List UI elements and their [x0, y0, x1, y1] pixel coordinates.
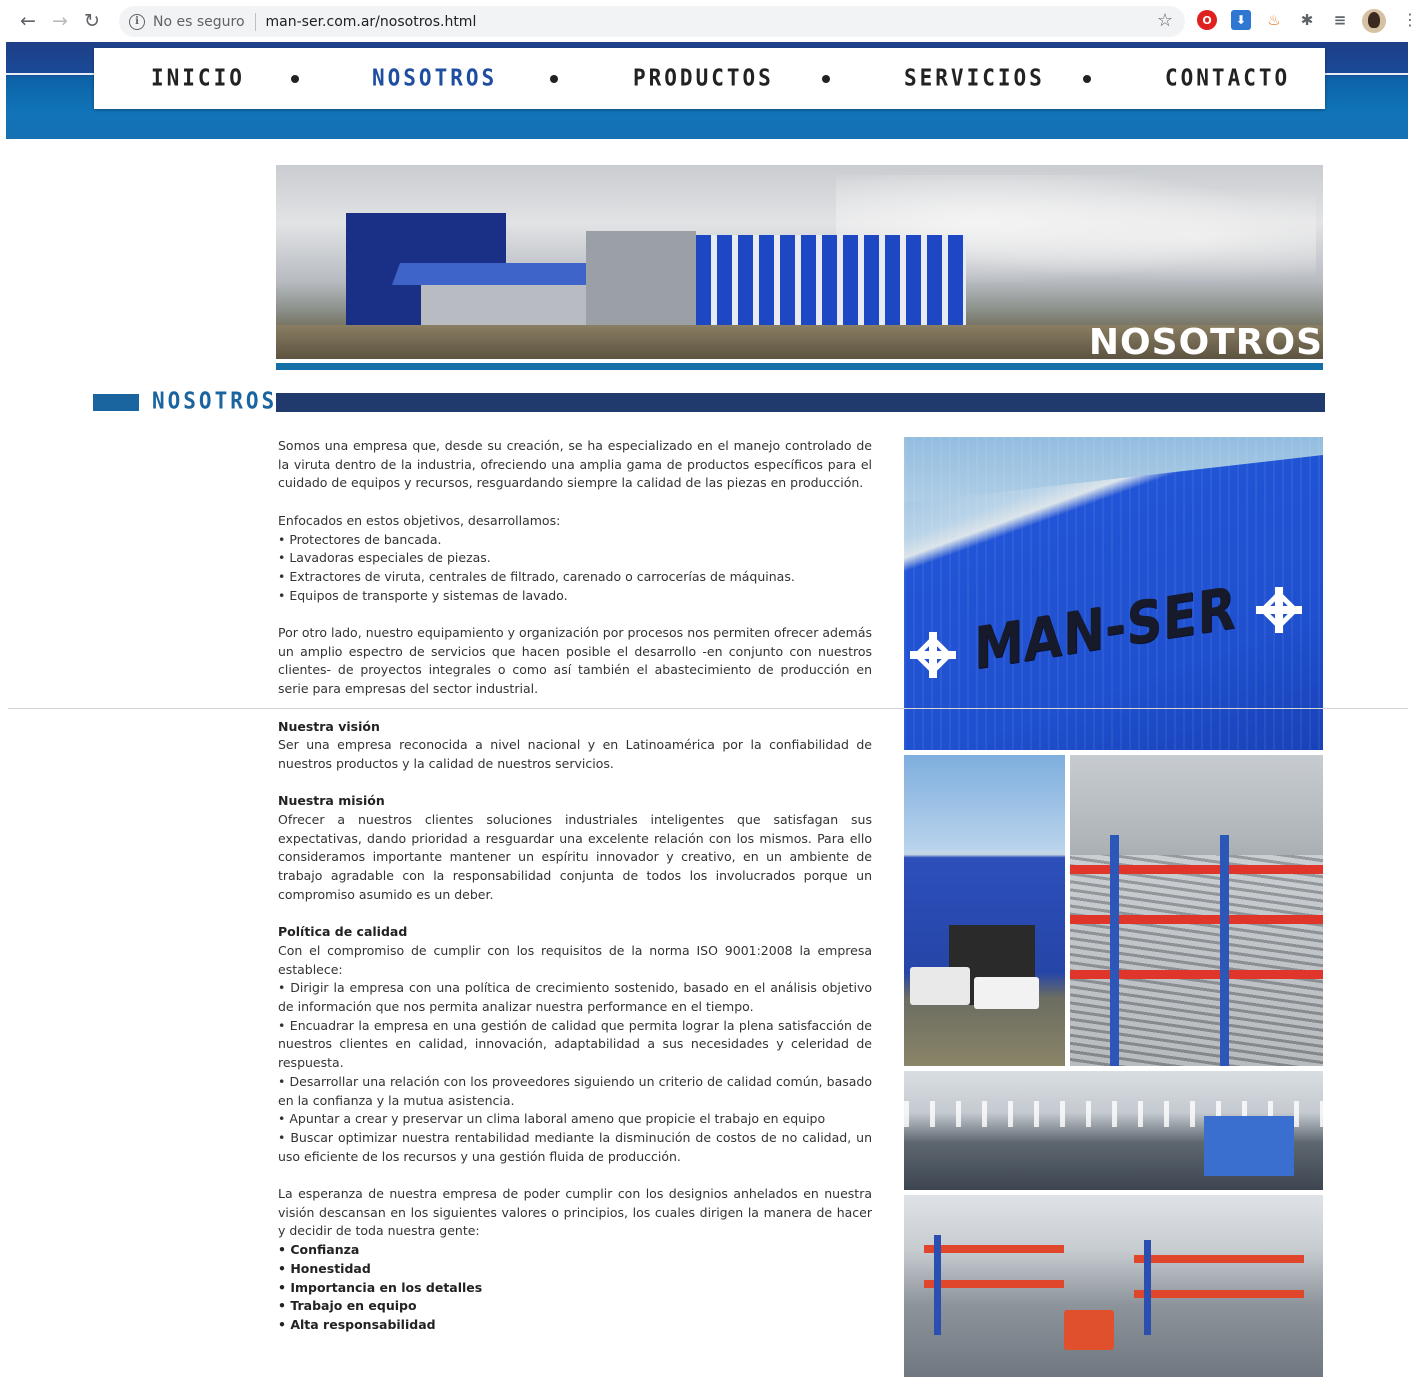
menu-item-nosotros[interactable]: NOSOTROS [372, 65, 497, 91]
main-menu: INICIO NOSOTROS PRODUCTOS SERVICIOS CONT… [94, 48, 1325, 109]
values-intro: La esperanza de nuestra empresa de poder… [278, 1186, 872, 1239]
menu-separator-dot [550, 75, 558, 83]
info-icon[interactable]: i [129, 13, 145, 30]
value-item: • Confianza [278, 1242, 360, 1258]
menu-item-contacto[interactable]: CONTACTO [1165, 65, 1290, 91]
menu-item-inicio[interactable]: INICIO [151, 65, 245, 91]
focus-item: • Extractores de viruta, centrales de fi… [278, 568, 795, 584]
menu-separator-dot [291, 75, 299, 83]
hero-title: NOSOTROS [1088, 322, 1323, 360]
quality-item: • Encuadrar la empresa en una gestión de… [278, 1017, 872, 1071]
extensions-puzzle-icon[interactable]: ✱ [1297, 10, 1317, 30]
security-label[interactable]: No es seguro [153, 14, 245, 30]
quality-item: • Buscar optimizar nuestra rentabilidad … [278, 1129, 872, 1164]
photo-workshop [904, 1071, 1323, 1190]
value-item: • Trabajo en equipo [278, 1298, 417, 1314]
photo-entrance [904, 755, 1065, 1066]
rack-shelf [924, 1280, 1064, 1288]
section-bar [276, 393, 1325, 412]
hero-building-grey [586, 231, 696, 327]
mission-paragraph: Ofrecer a nuestros clientes soluciones i… [278, 812, 872, 902]
focus-item: • Protectores de bancada. [278, 531, 442, 547]
address-divider [254, 12, 256, 31]
rack-shelf [1134, 1290, 1304, 1298]
menu-item-productos[interactable]: PRODUCTOS [633, 65, 774, 91]
about-text: Somos una empresa que, desde su creación… [278, 437, 872, 1335]
focus-item: • Equipos de transporte y sistemas de la… [278, 587, 568, 603]
focus-title: Enfocados en estos objetivos, desarrolla… [278, 512, 561, 528]
hero-underline [276, 363, 1323, 370]
logo-mark-icon [910, 632, 956, 678]
reload-icon[interactable]: ↻ [76, 5, 108, 37]
photo-facade: MAN-SER [904, 437, 1323, 750]
reading-list-icon[interactable]: ≡ [1330, 10, 1350, 30]
quality-item: • Desarrollar una relación con los prove… [278, 1073, 872, 1108]
mission-heading: Nuestra misión [278, 793, 385, 809]
rack-shelf [1134, 1255, 1304, 1263]
back-arrow-icon[interactable]: ← [12, 5, 44, 37]
photo-truck [910, 967, 970, 1005]
hero-banner: NOSOTROS [276, 165, 1323, 359]
rack-post [934, 1235, 941, 1335]
value-item: • Honestidad [278, 1260, 371, 1276]
photo-blue-booth [1204, 1116, 1294, 1176]
screenshot-seam [8, 708, 1408, 709]
rack-shelf [1070, 970, 1323, 979]
rack-shelf [1070, 865, 1323, 874]
rack-post [1110, 835, 1119, 1066]
photo-forklift [1064, 1310, 1114, 1350]
adblock-extension-icon[interactable]: O [1197, 10, 1217, 30]
vision-paragraph: Ser una empresa reconocida a nivel nacio… [278, 737, 872, 771]
photo-pipe-racks [1070, 755, 1323, 1066]
vision-heading: Nuestra visión [278, 718, 380, 734]
menu-separator-dot [1083, 75, 1091, 83]
quality-intro: Con el compromiso de cumplir con los req… [278, 942, 872, 977]
logo-mark-icon [1256, 587, 1302, 633]
quality-heading: Política de calidad [278, 924, 408, 940]
profile-avatar[interactable] [1362, 9, 1386, 33]
menu-item-servicios[interactable]: SERVICIOS [904, 65, 1045, 91]
rack-shelf [1070, 915, 1323, 924]
value-item: • Alta responsabilidad [278, 1316, 436, 1332]
focus-item: • Lavadoras especiales de piezas. [278, 550, 491, 566]
quality-item: • Apuntar a crear y preservar un clima l… [278, 1111, 826, 1127]
section-marker [93, 394, 139, 411]
rack-shelf [924, 1245, 1064, 1253]
hero-roof [391, 263, 601, 285]
intro-paragraph: Somos una empresa que, desde su creación… [278, 438, 872, 491]
download-extension-icon[interactable]: ⬇ [1231, 10, 1251, 30]
address-bar[interactable]: i No es seguro man-ser.com.ar/nosotros.h… [119, 6, 1185, 37]
url-text[interactable]: man-ser.com.ar/nosotros.html [266, 14, 477, 30]
fire-extension-icon[interactable]: ♨ [1264, 10, 1284, 30]
browser-menu-icon[interactable]: ⋮ [1402, 10, 1414, 29]
bookmark-star-icon[interactable]: ☆ [1157, 10, 1173, 31]
photo-pipes [1070, 855, 1323, 1066]
rack-post [1220, 835, 1229, 1066]
forward-arrow-icon[interactable]: → [44, 5, 76, 37]
rack-post [1144, 1240, 1151, 1335]
services-paragraph: Por otro lado, nuestro equipamiento y or… [278, 625, 872, 697]
photo-pickup [974, 977, 1039, 1009]
photo-warehouse [904, 1195, 1323, 1377]
quality-item: • Dirigir la empresa con una política de… [278, 980, 872, 1015]
section-title: NOSOTROS [152, 387, 278, 415]
browser-toolbar: ← → ↻ i No es seguro man-ser.com.ar/noso… [0, 0, 1414, 42]
menu-separator-dot [822, 75, 830, 83]
value-item: • Importancia en los detalles [278, 1279, 483, 1295]
hero-building-striped [696, 235, 966, 327]
